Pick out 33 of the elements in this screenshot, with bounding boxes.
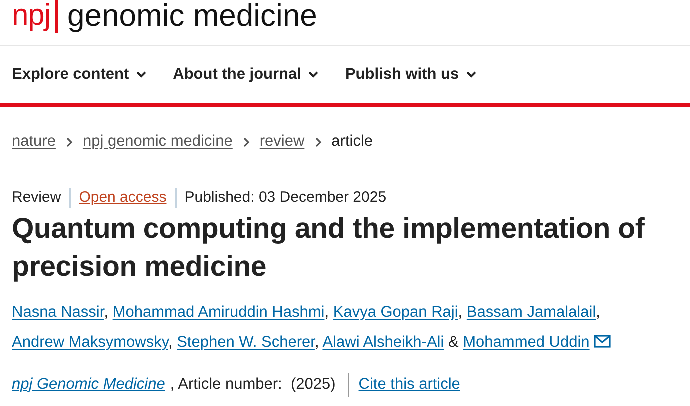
- chevron-right-icon: [66, 136, 73, 148]
- open-access-link[interactable]: Open access: [69, 188, 175, 208]
- cite-link[interactable]: Cite this article: [358, 376, 460, 394]
- chevron-right-icon: [242, 136, 250, 148]
- author-link[interactable]: Mohammed Uddin: [463, 334, 590, 351]
- breadcrumb-link[interactable]: review: [260, 133, 305, 151]
- article-type: Review: [12, 188, 62, 208]
- breadcrumb-current: article: [332, 133, 374, 151]
- author-link[interactable]: Stephen W. Scherer: [177, 334, 315, 351]
- article-title: Quantum computing and the implementation of precision medicine: [12, 212, 646, 285]
- author-link[interactable]: Kavya Gopan Raji: [333, 304, 458, 321]
- journal-link[interactable]: npj Genomic Medicine: [12, 376, 166, 394]
- nav-menu-button[interactable]: Explore content: [12, 66, 148, 84]
- nav-menu-button[interactable]: Publish with us: [345, 66, 478, 84]
- author-link[interactable]: Mohammad Amiruddin Hashmi: [112, 304, 325, 321]
- breadcrumb-link[interactable]: npj genomic medicine: [82, 133, 233, 151]
- envelope-icon[interactable]: [594, 335, 611, 348]
- chevron-down-icon: [466, 70, 478, 78]
- nav-menu-button[interactable]: About the journal: [173, 66, 320, 84]
- published-date: Published: 03 December 2025: [174, 188, 395, 208]
- author-link[interactable]: Andrew Maksymowsky: [12, 334, 168, 351]
- author-list: Nasna Nassir, Mohammad Amiruddin Hashmi, Kavya Gopan Raji, Bassam Jamalalail, Andrew Maksymowsky, Stephen W. Scherer, Alawi Alsheikh-Ali & Mohammed Uddin: [12, 298, 680, 358]
- logo-divider: [54, 0, 58, 32]
- chevron-right-icon: [314, 136, 322, 148]
- article-number: , Article number: (2025): [170, 376, 336, 394]
- breadcrumb-link[interactable]: nature: [12, 133, 56, 151]
- author-link[interactable]: Bassam Jamalalail: [466, 304, 596, 321]
- chevron-down-icon: [136, 70, 148, 78]
- author-link[interactable]: Nasna Nassir: [12, 304, 104, 321]
- logo-title[interactable]: genomic medicine: [68, 0, 318, 31]
- chevron-down-icon: [308, 70, 320, 78]
- logo-mark[interactable]: npj: [12, 0, 51, 30]
- author-link[interactable]: Alawi Alsheikh-Ali: [322, 334, 444, 351]
